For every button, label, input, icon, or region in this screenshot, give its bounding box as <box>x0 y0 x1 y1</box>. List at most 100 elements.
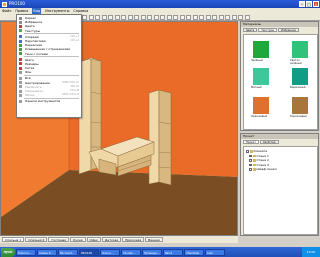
swatch-grid: Зелёный Светло-зелёный Мятный Бирюзовый … <box>243 34 318 130</box>
toolbar-button[interactable] <box>127 15 133 20</box>
toolbar-button[interactable] <box>186 15 191 20</box>
view-menu-item[interactable]: Панели инструментов <box>17 99 81 103</box>
menu-item-icon <box>19 93 22 97</box>
taskbar-button[interactable]: PRO100 <box>79 248 99 256</box>
toolbar-button[interactable] <box>166 15 172 20</box>
taskbar: пуск Total Co... Adobe P... Microsof... … <box>0 247 320 257</box>
start-button[interactable]: пуск <box>1 247 15 257</box>
view-menu-item[interactable]: Тени с полами <box>17 52 81 56</box>
system-tray-clock[interactable]: 12:00 <box>302 247 320 257</box>
taskbar-button[interactable]: Yandex... <box>121 248 141 256</box>
toolbar-button[interactable] <box>108 15 113 20</box>
project-panel: Проект Проект Свойства Комната Стена 1 С… <box>240 133 319 236</box>
toolbar-button[interactable] <box>121 15 126 20</box>
toolbar-button[interactable] <box>153 15 159 20</box>
menu-item-shortcut: Shift+Ctrl+O <box>62 93 79 97</box>
tree-item-label: Стена 3 <box>256 162 269 167</box>
swatch-3[interactable] <box>253 68 269 85</box>
app-icon <box>2 1 7 7</box>
tab-colors[interactable]: Цвета <box>243 28 258 32</box>
toolbar-button[interactable] <box>88 15 94 20</box>
view-menu-item[interactable]: Текстуры <box>17 29 81 33</box>
toolbar-button[interactable] <box>82 15 87 20</box>
scene-tab[interactable]: Спальня 1 <box>2 237 25 242</box>
menu-item-icon <box>19 52 22 56</box>
maximize-button[interactable]: □ <box>306 1 312 7</box>
materials-panel: Материалы Цвета Текстуры Избранное Зелён… <box>240 21 319 131</box>
right-tall-cabinet <box>148 89 172 186</box>
view-menu-item[interactable]: Фон <box>17 70 81 74</box>
taskbar-button[interactable]: Проводн... <box>142 248 162 256</box>
menu-item-icon <box>19 58 22 62</box>
menu-item-icon <box>19 39 22 43</box>
menu-item-icon <box>19 70 22 74</box>
toolbar-button[interactable] <box>101 15 107 20</box>
scene-tab[interactable]: Спальня 2 <box>25 237 48 242</box>
swatch-4[interactable] <box>292 68 308 85</box>
visibility-checkbox[interactable] <box>249 168 252 171</box>
taskbar-button[interactable]: Paint <box>163 248 183 256</box>
scene-tab[interactable]: Ванная <box>145 237 163 242</box>
swatch-5[interactable] <box>253 97 269 114</box>
toolbar-button[interactable] <box>192 15 198 20</box>
toolbar-button[interactable] <box>134 15 139 20</box>
element-icon <box>252 168 256 171</box>
menu-item-icon <box>19 66 22 70</box>
swatch-label: Светло-зелёный <box>290 59 302 65</box>
toolbar-button[interactable] <box>173 15 178 20</box>
toolbar-button[interactable] <box>199 15 204 20</box>
tree-item[interactable]: Шкаф-пенал <box>246 167 315 172</box>
swatch-2[interactable] <box>292 41 308 58</box>
menu-item-label: Текстуры <box>25 28 40 33</box>
minimize-button[interactable]: – <box>299 1 305 7</box>
tab-project[interactable]: Проект <box>243 140 259 144</box>
swatch-1[interactable] <box>253 41 269 58</box>
scene-tab[interactable]: Офис <box>86 237 102 242</box>
toolbar-button[interactable] <box>179 15 185 20</box>
scene-tab[interactable]: Кухня <box>70 237 86 242</box>
menu-item-icon <box>19 43 22 47</box>
menu-item-icon <box>19 24 22 28</box>
scene-tab[interactable]: Гостиная <box>48 237 70 242</box>
taskbar-button[interactable]: Adobe P... <box>37 248 57 256</box>
toolbar-button[interactable] <box>140 15 146 20</box>
menu-item-label: Панели инструментов <box>25 99 61 104</box>
visibility-checkbox[interactable] <box>249 159 252 162</box>
menu-item-icon <box>19 89 22 93</box>
scene-tab[interactable]: Прихожая <box>122 237 145 242</box>
taskbar-button[interactable]: Calc <box>205 248 225 256</box>
toolbar-button[interactable] <box>225 15 230 20</box>
toolbar-button[interactable] <box>212 15 217 20</box>
project-tree: Комната Стена 1 Стена 2 Стена 3 Шкаф-пен… <box>243 146 318 235</box>
taskbar-button[interactable]: IrfanView <box>184 248 204 256</box>
toolbar-button[interactable] <box>160 15 165 20</box>
tab-favorites[interactable]: Избранное <box>278 28 299 32</box>
window-title: PRO100 <box>9 1 25 6</box>
toolbar-button[interactable] <box>244 15 250 20</box>
tab-textures[interactable]: Текстуры <box>258 28 278 32</box>
tree-item-label: Стена 2 <box>256 158 269 163</box>
toolbar-button[interactable] <box>114 15 120 20</box>
close-button[interactable]: × <box>313 1 319 7</box>
visibility-checkbox[interactable] <box>249 163 252 166</box>
toolbar-button[interactable] <box>205 15 211 20</box>
menu-item-label: Фон <box>25 70 32 75</box>
toolbar-button[interactable] <box>238 15 243 20</box>
taskbar-button[interactable]: Microsof... <box>58 248 78 256</box>
tab-properties[interactable]: Свойства <box>259 140 279 144</box>
menu-item-label: Тени с полами <box>25 51 48 56</box>
menu-item-icon <box>19 29 22 33</box>
visibility-checkbox[interactable] <box>249 154 252 157</box>
scene-tab[interactable]: Детская <box>102 237 122 242</box>
toolbar-button[interactable] <box>218 15 224 20</box>
view-menu-item[interactable]: Обзор Shift+Ctrl+O <box>17 93 81 97</box>
toolbar-button[interactable] <box>147 15 152 20</box>
visibility-checkbox[interactable] <box>246 150 249 153</box>
toolbar-button[interactable] <box>231 15 237 20</box>
view-menu-dropdown: Каркас Избранное Цвета Текстуры Спереди Ctrl+… <box>16 14 82 118</box>
taskbar-button[interactable]: Ozone... <box>100 248 120 256</box>
menu-item-icon <box>19 35 22 39</box>
swatch-6[interactable] <box>292 97 308 114</box>
toolbar-button[interactable] <box>95 15 100 20</box>
taskbar-button[interactable]: Total Co... <box>16 248 36 256</box>
